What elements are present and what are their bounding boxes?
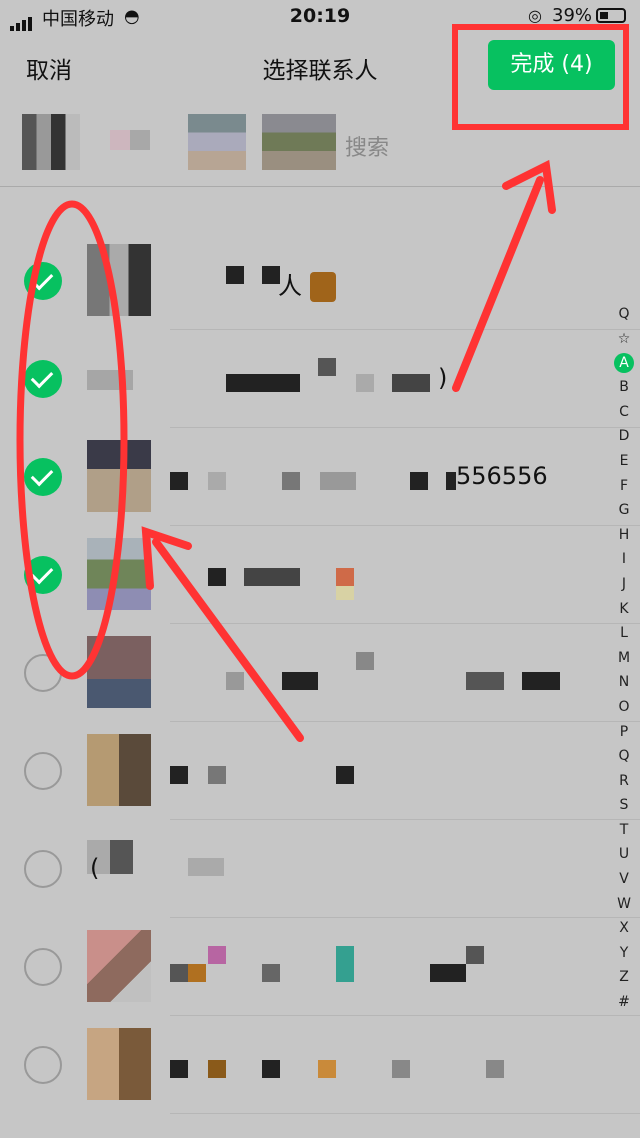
- selected-contacts-bar[interactable]: 搜索: [0, 100, 640, 187]
- avatar: [87, 370, 133, 390]
- checkbox-unchecked-icon[interactable]: [24, 1046, 62, 1084]
- index-letter[interactable]: Y: [608, 941, 640, 966]
- avatar: [87, 1028, 151, 1100]
- index-letter[interactable]: E: [608, 449, 640, 474]
- checkbox-unchecked-icon[interactable]: [24, 752, 62, 790]
- selected-avatar[interactable]: [262, 114, 336, 170]
- index-letter[interactable]: M: [608, 646, 640, 671]
- index-letter[interactable]: B: [608, 375, 640, 400]
- checkbox-unchecked-icon[interactable]: [24, 654, 62, 692]
- avatar: [87, 440, 151, 512]
- contact-name-text: 556556: [456, 462, 548, 490]
- battery-icon: [596, 8, 626, 23]
- battery-percent: 39%: [552, 5, 593, 26]
- avatar: [87, 538, 151, 610]
- index-letter[interactable]: F: [608, 474, 640, 499]
- index-letter[interactable]: C: [608, 400, 640, 425]
- contact-name: [170, 756, 570, 786]
- contact-name-text: 人: [278, 272, 302, 300]
- index-search-icon[interactable]: Q: [608, 302, 640, 327]
- contact-name: 556556: [170, 462, 570, 492]
- index-letter[interactable]: D: [608, 424, 640, 449]
- contact-name: 人: [170, 266, 570, 302]
- index-letter[interactable]: Q: [608, 744, 640, 769]
- contact-row[interactable]: [0, 624, 640, 722]
- checkbox-unchecked-icon[interactable]: [24, 948, 62, 986]
- index-letter[interactable]: G: [608, 498, 640, 523]
- index-letter-a[interactable]: A: [614, 353, 634, 374]
- contact-name-text: ): [438, 364, 448, 392]
- contact-row[interactable]: [0, 722, 640, 820]
- contact-row[interactable]: [0, 918, 640, 1016]
- index-star-icon[interactable]: ☆: [608, 327, 640, 352]
- index-letter[interactable]: H: [608, 523, 640, 548]
- clap-emoji-icon: [310, 272, 336, 302]
- checkbox-checked-icon[interactable]: [24, 262, 62, 300]
- orientation-lock-icon: ◎: [528, 6, 542, 25]
- contact-name-text: (: [90, 854, 100, 882]
- index-letter[interactable]: N: [608, 670, 640, 695]
- contact-name: [170, 946, 570, 982]
- index-letter[interactable]: W: [608, 892, 640, 917]
- contact-name: (: [90, 854, 570, 884]
- index-letter[interactable]: K: [608, 597, 640, 622]
- contact-row[interactable]: 人: [0, 232, 640, 330]
- avatar: [87, 636, 151, 708]
- checkbox-checked-icon[interactable]: [24, 556, 62, 594]
- index-letter[interactable]: I: [608, 547, 640, 572]
- index-letter[interactable]: T: [608, 818, 640, 843]
- index-letter[interactable]: R: [608, 769, 640, 794]
- index-letter[interactable]: S: [608, 793, 640, 818]
- avatar: [87, 244, 151, 316]
- checkbox-checked-icon[interactable]: [24, 458, 62, 496]
- contact-name: [170, 652, 570, 690]
- index-letter[interactable]: P: [608, 720, 640, 745]
- selected-avatar[interactable]: [188, 114, 246, 170]
- contact-name: [170, 560, 570, 600]
- contact-row[interactable]: 556556: [0, 428, 640, 526]
- index-letter[interactable]: Z: [608, 965, 640, 990]
- avatar: [87, 734, 151, 806]
- index-letter[interactable]: X: [608, 916, 640, 941]
- selected-avatar[interactable]: [110, 130, 150, 150]
- search-input[interactable]: 搜索: [345, 130, 389, 162]
- contact-row[interactable]: ): [0, 330, 640, 428]
- contact-row[interactable]: [0, 526, 640, 624]
- avatar: [87, 930, 151, 1002]
- index-letter[interactable]: V: [608, 867, 640, 892]
- contact-row[interactable]: (: [0, 820, 640, 918]
- contact-row[interactable]: [0, 1016, 640, 1114]
- checkbox-checked-icon[interactable]: [24, 360, 62, 398]
- alphabet-index[interactable]: Q ☆ A B C D E F G H I J K L M N O P Q R …: [608, 302, 640, 1015]
- index-letter[interactable]: O: [608, 695, 640, 720]
- selected-avatar[interactable]: [22, 114, 80, 170]
- index-letter[interactable]: U: [608, 842, 640, 867]
- index-letter[interactable]: L: [608, 621, 640, 646]
- checkbox-unchecked-icon[interactable]: [24, 850, 62, 888]
- index-letter[interactable]: #: [608, 990, 640, 1015]
- contact-name: [170, 1050, 570, 1080]
- index-letter[interactable]: J: [608, 572, 640, 597]
- contact-name: ): [170, 358, 570, 394]
